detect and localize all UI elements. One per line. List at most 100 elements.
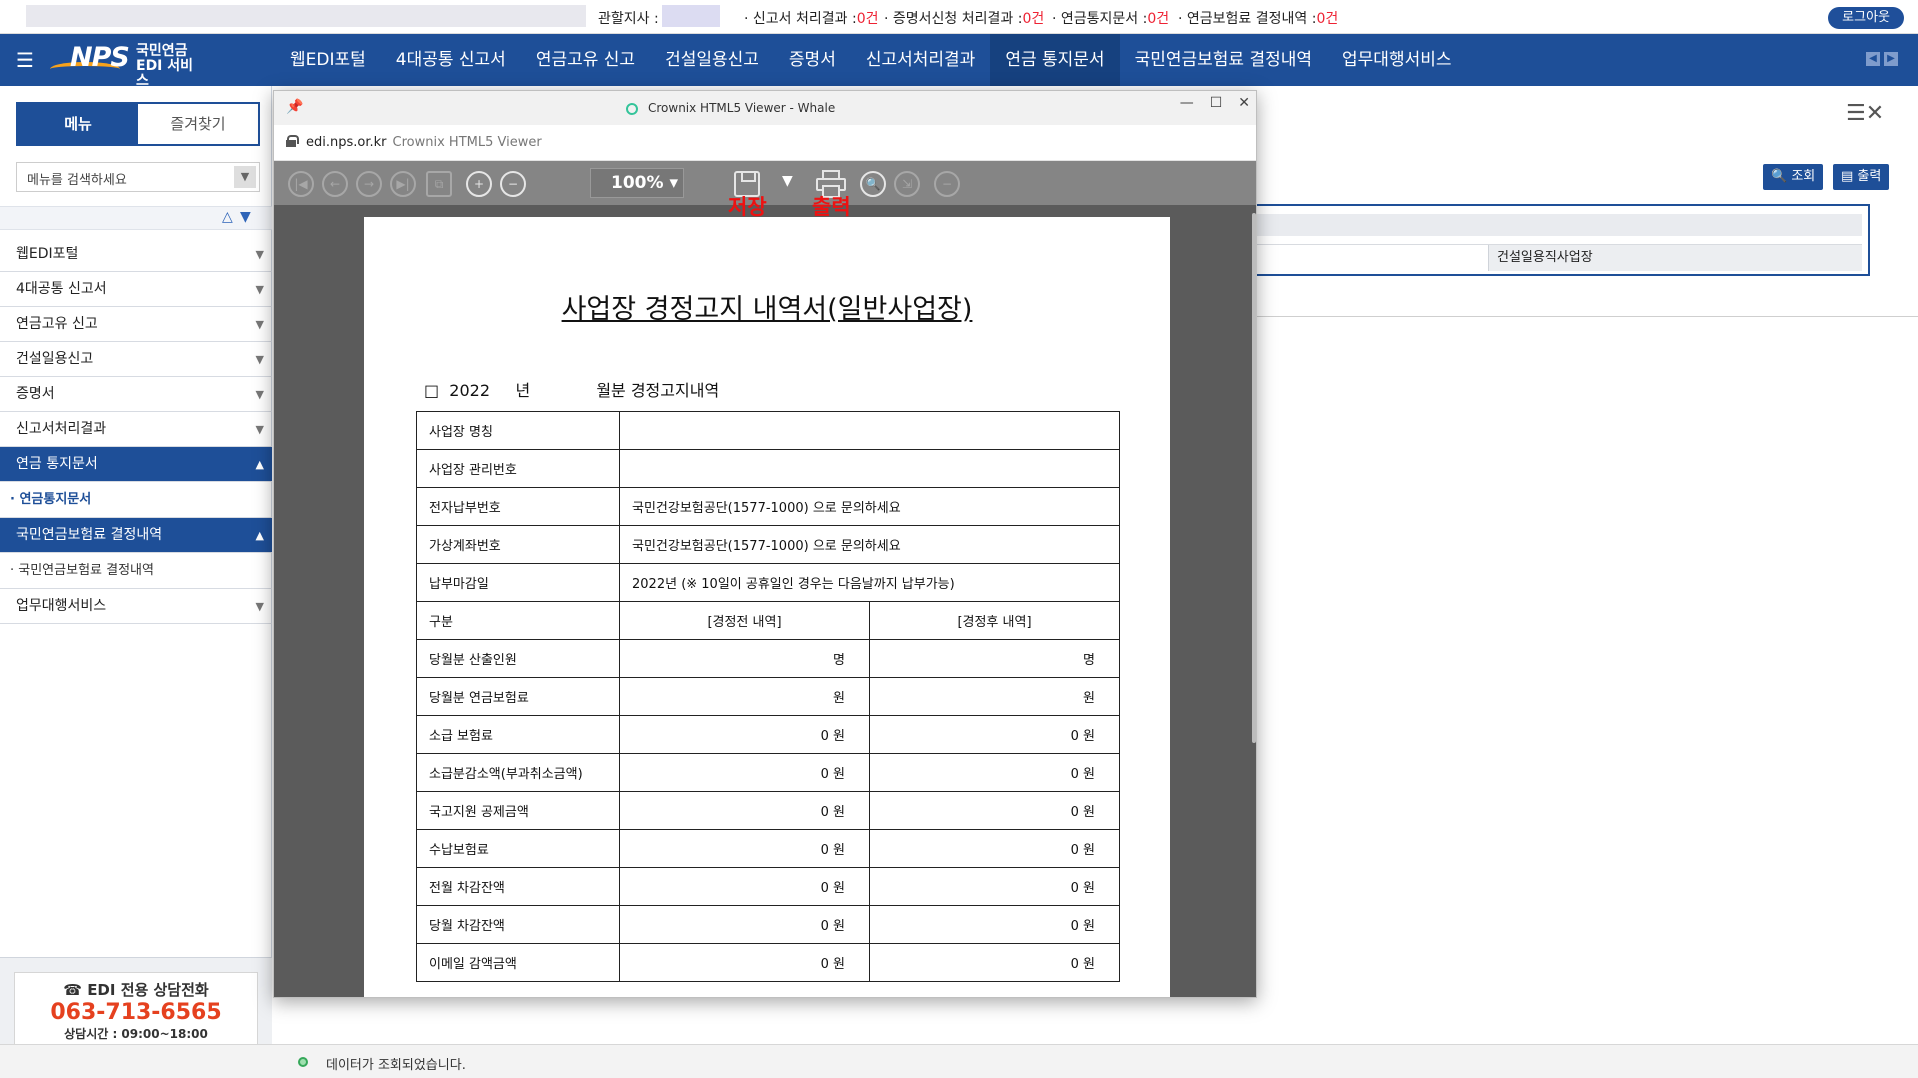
menu-search-select[interactable]: 메뉴를 검색하세요 ▼: [16, 162, 260, 192]
logo-brand: NPS: [70, 42, 130, 73]
sidebar-item-construction[interactable]: 건설일용신고 ▼: [0, 342, 272, 377]
sidebar-tabs: 메뉴 즐겨찾기: [16, 102, 260, 146]
table-header-row: 구분 [경정전 내역] [경정후 내역]: [416, 601, 1121, 640]
nav-report-results[interactable]: 신고서처리결과: [851, 34, 990, 86]
zoom-select[interactable]: 100% ▾: [590, 168, 684, 198]
tab-menu[interactable]: 메뉴: [18, 104, 138, 144]
vertical-scrollbar[interactable]: [1252, 213, 1256, 743]
pin-icon[interactable]: 📌: [286, 99, 303, 115]
expand-all-icon[interactable]: ▼: [240, 209, 251, 225]
viewer-address-bar: edi.nps.or.kr Crownix HTML5 Viewer: [274, 125, 1256, 161]
chevron-down-icon: ▼: [255, 248, 264, 261]
viewer-titlebar: 📌 Crownix HTML5 Viewer - Whale — ☐ ✕: [274, 91, 1256, 125]
save-dropdown-icon[interactable]: ▼: [782, 173, 793, 189]
prev-page-icon[interactable]: ←: [322, 171, 348, 197]
redacted-office: [662, 5, 720, 27]
sidebar-item-pension-notices[interactable]: 연금 통지문서 ▲: [0, 447, 272, 482]
chevron-right-icon[interactable]: ▶: [1884, 52, 1898, 66]
maximize-icon[interactable]: ☐: [1210, 95, 1223, 111]
viewer-url[interactable]: edi.nps.or.kr Crownix HTML5 Viewer: [306, 135, 542, 150]
chevron-down-icon: ▼: [255, 600, 264, 613]
document-period: □ 2022 년 월분 경정고지내역: [424, 381, 720, 400]
status-premium-decision[interactable]: · 연금보험료 결정내역 :0건: [1178, 8, 1338, 28]
nav-premium-decisions[interactable]: 국민연금보험료 결정내역: [1120, 34, 1327, 86]
sidebar-footer: ☎ EDI 전용 상담전화 063-713-6565 상담시간 : 09:00~…: [0, 957, 272, 1056]
chevron-down-icon[interactable]: ▼: [234, 166, 256, 188]
grid-row[interactable]: 건설일용직사업장: [1232, 244, 1862, 271]
sidebar-item-report-results[interactable]: 신고서처리결과 ▼: [0, 412, 272, 447]
chevron-left-icon[interactable]: ◀: [1866, 52, 1880, 66]
status-pension-notice[interactable]: · 연금통지문서 :0건: [1052, 8, 1169, 28]
sidebar-item-pension-reports[interactable]: 연금고유 신고 ▼: [0, 307, 272, 342]
page-layout-icon[interactable]: ⧉: [426, 171, 452, 197]
zoom-out-icon[interactable]: −: [500, 171, 526, 197]
report-viewer-window: 📌 Crownix HTML5 Viewer - Whale — ☐ ✕ edi…: [273, 90, 1257, 998]
redacted-user-info: [26, 5, 586, 27]
search-button[interactable]: 🔍 조회: [1763, 164, 1824, 190]
table-row: 국고지원 공제금액 0 원0 원: [416, 791, 1121, 830]
sidebar-subitem-pension-notice[interactable]: · 연금통지문서: [0, 482, 272, 518]
status-bar: 데이터가 조회되었습니다.: [0, 1044, 1918, 1078]
nav-web-edi-portal[interactable]: 웹EDI포털: [275, 34, 381, 86]
status-cert-result[interactable]: · 증명서신청 처리결과 :0건: [884, 8, 1044, 28]
table-row: 이메일 감액금액 0 원0 원: [416, 943, 1121, 982]
collapse-all-icon[interactable]: △: [222, 209, 233, 225]
nav-pension-notices[interactable]: 연금 통지문서: [990, 34, 1120, 86]
first-page-icon[interactable]: |◀: [288, 171, 314, 197]
print-button[interactable]: ▤ 출력: [1833, 164, 1890, 190]
last-page-icon[interactable]: ▶|: [390, 171, 416, 197]
table-row: 가상계좌번호 국민건강보험공단(1577-1000) 으로 문의하세요: [416, 525, 1120, 564]
nps-logo[interactable]: NPS 국민연금 EDI 서비스: [50, 42, 200, 89]
chevron-down-icon: ▼: [255, 283, 264, 296]
tab-favorites[interactable]: 즐겨찾기: [138, 104, 258, 144]
table-row: 사업장 관리번호: [416, 449, 1120, 488]
nav-scroll-arrows: ◀ ▶: [1866, 52, 1898, 66]
nav-construction-reports[interactable]: 건설일용신고: [650, 34, 774, 86]
menu-search-placeholder: 메뉴를 검색하세요: [27, 173, 127, 188]
table-row: 납부마감일 2022년 (※ 10일이 공휴일인 경우는 다음날까지 납부가능): [416, 563, 1120, 602]
nav-agency-services[interactable]: 업무대행서비스: [1327, 34, 1466, 86]
contact-hours: 상담시간 : 09:00~18:00: [64, 1027, 208, 1041]
sidebar-item-agency[interactable]: 업무대행서비스 ▼: [0, 589, 272, 624]
minimize-icon[interactable]: —: [1180, 95, 1194, 111]
close-viewer-icon[interactable]: −: [934, 171, 960, 197]
browser-icon: [626, 103, 638, 115]
find-icon[interactable]: 🔍: [860, 171, 886, 197]
chevron-down-icon: ▼: [255, 353, 264, 366]
sidebar-subitem-premium-decision[interactable]: · 국민연금보험료 결정내역: [0, 553, 272, 589]
sidebar: 메뉴 즐겨찾기 메뉴를 검색하세요 ▼ △ ▼ 웹EDI포털 ▼ 4대공통 신고서…: [0, 86, 272, 1056]
hamburger-menu-icon[interactable]: ☰: [16, 48, 34, 72]
chevron-down-icon: ▼: [255, 318, 264, 331]
top-menu: 웹EDI포털 4대공통 신고서 연금고유 신고 건설일용신고 증명서 신고서처리…: [275, 34, 1467, 86]
chevron-down-icon: ▼: [255, 388, 264, 401]
nav-common-reports[interactable]: 4대공통 신고서: [381, 34, 521, 86]
zoom-in-icon[interactable]: +: [466, 171, 492, 197]
status-report-result[interactable]: · 신고서 처리결과 :0건: [744, 8, 878, 28]
table-row: 당월분 연금보험료 원 원: [416, 677, 1121, 716]
top-status-bar: 관할지사 : · 신고서 처리결과 :0건 · 증명서신청 처리결과 :0건 ·…: [0, 0, 1918, 34]
table-row: 전월 차감잔액 0 원0 원: [416, 867, 1121, 906]
annotation-save: 저장: [728, 195, 767, 219]
content-divider: [1224, 316, 1918, 317]
sidebar-item-common-reports[interactable]: 4대공통 신고서 ▼: [0, 272, 272, 307]
grid-header: [1232, 214, 1862, 236]
contact-title: ☎ EDI 전용 상담전화: [63, 981, 209, 999]
sidebar-item-premium-decisions[interactable]: 국민연금보험료 결정내역 ▲: [0, 518, 272, 553]
sidebar-item-web-edi[interactable]: 웹EDI포털 ▼: [0, 237, 272, 272]
close-panel-icon[interactable]: ☰✕: [1846, 101, 1898, 129]
nav-pension-reports[interactable]: 연금고유 신고: [521, 34, 650, 86]
chevron-up-icon: ▲: [255, 458, 264, 471]
chevron-up-icon: ▲: [255, 529, 264, 542]
document-title: 사업장 경정고지 내역서(일반사업장): [561, 294, 973, 325]
next-page-icon[interactable]: →: [356, 171, 382, 197]
nav-certificates[interactable]: 증명서: [774, 34, 851, 86]
result-grid: 건설일용직사업장: [1224, 204, 1870, 276]
lock-icon: [286, 135, 299, 147]
viewer-document-area: 사업장 경정고지 내역서(일반사업장) □ 2022 년 월분 경정고지내역 사…: [274, 205, 1256, 997]
find-next-icon[interactable]: ⇲: [894, 171, 920, 197]
logout-button[interactable]: 로그아웃: [1828, 7, 1904, 29]
sidebar-item-certificates[interactable]: 증명서 ▼: [0, 377, 272, 412]
sidebar-menu-list: 웹EDI포털 ▼ 4대공통 신고서 ▼ 연금고유 신고 ▼ 건설일용신고 ▼ 증명서 ▼ …: [0, 237, 272, 624]
table-row: 당월분 산출인원 명 명: [416, 639, 1121, 678]
close-icon[interactable]: ✕: [1238, 95, 1250, 111]
